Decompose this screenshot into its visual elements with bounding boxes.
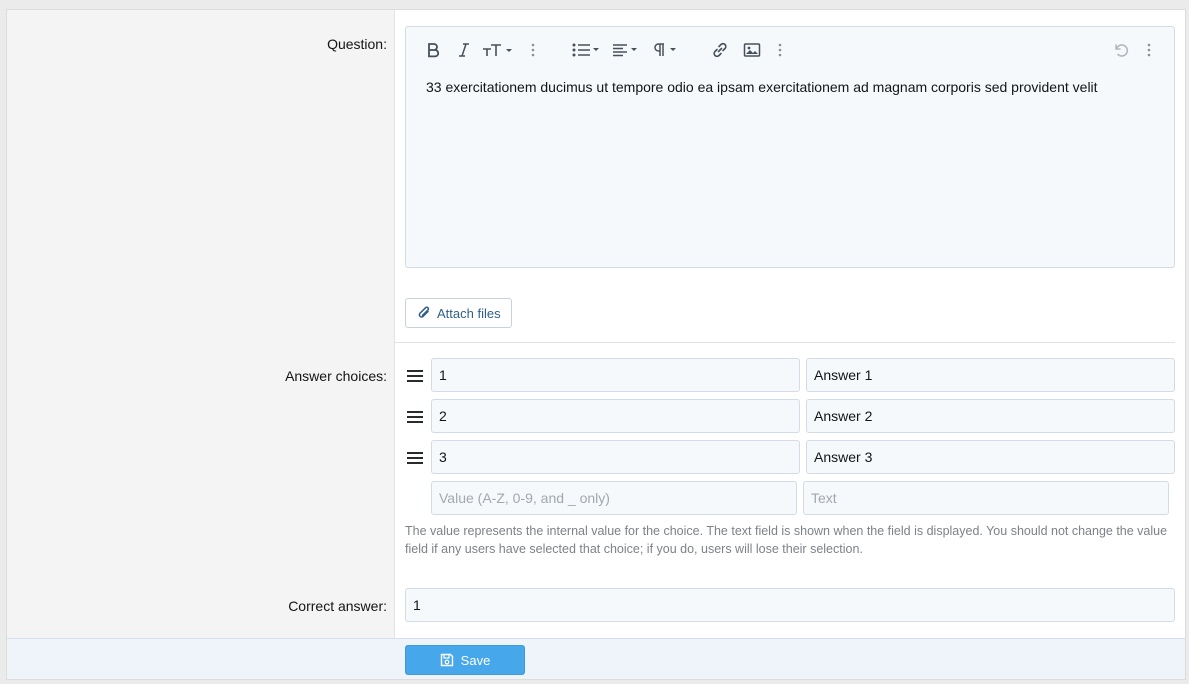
list-icon[interactable] — [572, 39, 602, 61]
undo-icon[interactable] — [1111, 39, 1131, 61]
form-footer: Save — [7, 638, 1185, 679]
paperclip-icon — [418, 306, 430, 318]
save-button[interactable]: Save — [405, 645, 525, 675]
save-icon — [440, 653, 453, 667]
answer-choices-label: Answer choices: — [285, 368, 387, 384]
choice-value-input[interactable] — [431, 440, 800, 474]
label-column — [7, 10, 395, 638]
more-vertical-icon[interactable] — [1144, 39, 1154, 61]
drag-handle-icon[interactable] — [407, 368, 423, 384]
question-edit-form: Question: Answer choices: Correct answer… — [6, 9, 1186, 680]
choice-value-input[interactable] — [431, 358, 800, 392]
more-vertical-icon[interactable] — [775, 39, 785, 61]
new-choice-text-input[interactable] — [803, 481, 1169, 515]
paragraph-icon[interactable] — [652, 39, 680, 61]
choice-value-input[interactable] — [431, 399, 800, 433]
attach-files-label: Attach files — [437, 305, 501, 321]
choice-text-input[interactable] — [806, 440, 1175, 474]
question-label: Question: — [327, 36, 387, 52]
drag-handle-icon[interactable] — [407, 409, 423, 425]
new-choice-value-input[interactable] — [431, 481, 797, 515]
more-vertical-icon[interactable] — [528, 39, 538, 61]
text-size-icon[interactable] — [482, 39, 514, 61]
correct-answer-label: Correct answer: — [288, 598, 387, 614]
italic-icon[interactable] — [456, 39, 472, 61]
link-icon[interactable] — [710, 39, 730, 61]
save-label: Save — [460, 652, 491, 668]
choice-text-input[interactable] — [806, 358, 1175, 392]
editor-content[interactable]: 33 exercitationem ducimus ut tempore odi… — [426, 79, 1098, 95]
bold-icon[interactable] — [424, 39, 442, 61]
question-editor[interactable]: 33 exercitationem ducimus ut tempore odi… — [405, 26, 1175, 268]
attach-files-button[interactable]: Attach files — [405, 298, 512, 328]
align-icon[interactable] — [612, 39, 640, 61]
correct-answer-input[interactable] — [405, 588, 1175, 622]
image-icon[interactable] — [742, 39, 762, 61]
choice-text-input[interactable] — [806, 399, 1175, 433]
editor-toolbar — [406, 27, 1174, 71]
choices-help-text: The value represents the internal value … — [405, 524, 1168, 556]
drag-handle-icon[interactable] — [407, 450, 423, 466]
divider — [395, 342, 1175, 343]
